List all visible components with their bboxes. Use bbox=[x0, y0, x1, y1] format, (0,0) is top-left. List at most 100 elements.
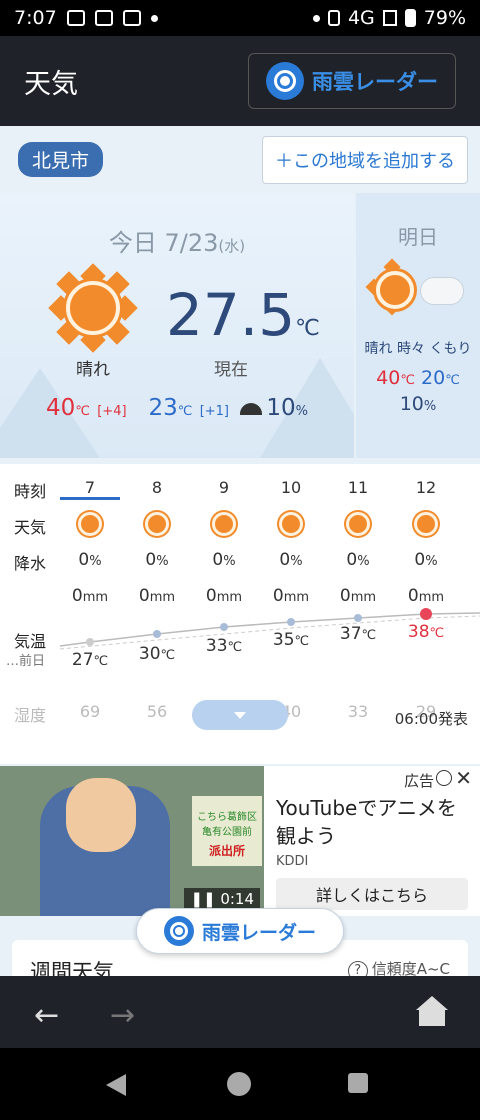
home-icon[interactable] bbox=[416, 996, 448, 1026]
today-high-low: 40℃ [+4] 23℃ [+1] 10% bbox=[0, 395, 354, 421]
hour-temperature: 30℃ bbox=[127, 644, 187, 664]
today-condition: 晴れ bbox=[76, 360, 110, 380]
today-pop: 10 bbox=[266, 395, 296, 421]
precip-amount-value: 0 bbox=[138, 586, 150, 606]
ad-info-icon[interactable] bbox=[436, 770, 452, 786]
status-bar: 7:07 4G 79% bbox=[0, 0, 480, 36]
page-title: 天気 bbox=[24, 68, 78, 100]
sunny-icon bbox=[145, 512, 169, 536]
precip-amount-value: 0 bbox=[71, 586, 83, 606]
hour-temperature-unit: ℃ bbox=[429, 626, 445, 641]
today-weekday: (水) bbox=[218, 237, 246, 255]
forecast-area: 北見市 ＋この地域を追加する 今日 7/23(水) 27.5℃ 晴れ 現在 40… bbox=[0, 126, 480, 766]
precip-amount-unit: mm bbox=[216, 590, 243, 605]
tomorrow-label: 明日 bbox=[398, 225, 438, 249]
notification-dot-icon bbox=[150, 14, 158, 22]
rain-radar-label: 雨雲レーダー bbox=[312, 70, 438, 94]
ad-video[interactable]: こちら葛飾区 亀有公園前 派出所 ❚❚ 0:14 bbox=[0, 766, 264, 916]
rain-radar-button[interactable]: 雨雲レーダー bbox=[248, 53, 456, 109]
high-unit: ℃ bbox=[400, 373, 415, 388]
hour-temperature-value: 30 bbox=[138, 644, 161, 664]
low-diff: [+1] bbox=[199, 404, 229, 419]
hour-label: 12 bbox=[415, 478, 437, 497]
precip-percent-unit: % bbox=[290, 554, 303, 569]
tomorrow-low: 20 bbox=[421, 367, 446, 389]
precip-percent-unit: % bbox=[425, 554, 438, 569]
notification-icon bbox=[66, 10, 85, 26]
hour-temperature: 35℃ bbox=[261, 630, 321, 650]
precip-amount-value: 0 bbox=[205, 586, 217, 606]
today-high: 40 bbox=[46, 395, 76, 421]
ad-banner[interactable]: こちら葛飾区 亀有公園前 派出所 ❚❚ 0:14 広告 ✕ YouTubeでアニ… bbox=[0, 766, 480, 916]
pop-unit: % bbox=[295, 404, 308, 419]
battery-level: 79% bbox=[423, 7, 466, 29]
precip-amount-value: 0 bbox=[272, 586, 284, 606]
tomorrow-high: 40 bbox=[376, 367, 401, 389]
radar-icon bbox=[266, 62, 304, 100]
ad-title[interactable]: YouTubeでアニメを観よう bbox=[276, 794, 472, 850]
published-time: 06:00発表 bbox=[394, 710, 468, 728]
tomorrow-pop: 10% bbox=[356, 393, 480, 415]
today-date-text: 今日 7/23 bbox=[108, 229, 219, 257]
hour-column: 7 0% 0mm 27℃ 69 bbox=[60, 464, 120, 764]
hour-temperature: 27℃ bbox=[60, 650, 120, 670]
back-arrow-icon[interactable]: ← bbox=[34, 998, 59, 1033]
ad-close-icon[interactable]: ✕ bbox=[455, 766, 472, 790]
hour-label: 8 bbox=[151, 478, 163, 497]
precip-percent-value: 0 bbox=[279, 550, 291, 570]
precip-percent-value: 0 bbox=[78, 550, 90, 570]
sunny-icon bbox=[78, 512, 102, 536]
precip-amount-unit: mm bbox=[149, 590, 176, 605]
location-badge[interactable]: 北見市 bbox=[18, 142, 104, 177]
hour-humidity: 56 bbox=[146, 702, 168, 721]
precip-percent: 0% bbox=[261, 550, 321, 570]
vibrate-icon bbox=[327, 10, 340, 26]
signal-icon bbox=[382, 10, 397, 26]
hourly-forecast[interactable]: 時刻 天気 降水 気温 …前日 湿度 7 0% 0mm 27℃ 69 8 0% 0mm 30℃ 5… bbox=[0, 464, 480, 764]
bus-icon bbox=[122, 10, 141, 26]
hour-temperature-unit: ℃ bbox=[294, 634, 310, 649]
video-duration: ❚❚ 0:14 bbox=[184, 888, 260, 910]
tomorrow-high-low: 40℃ 20℃ bbox=[356, 367, 480, 389]
precip-percent-unit: % bbox=[357, 554, 370, 569]
forward-arrow-icon[interactable]: → bbox=[110, 998, 135, 1033]
expand-hourly-button[interactable] bbox=[192, 700, 288, 730]
hour-temperature: 37℃ bbox=[328, 624, 388, 644]
hour-humidity: 33 bbox=[347, 702, 369, 721]
precip-amount-value: 0 bbox=[407, 586, 419, 606]
hour-label: 9 bbox=[218, 478, 230, 497]
hour-temperature-unit: ℃ bbox=[227, 640, 243, 655]
precip-amount: 0mm bbox=[127, 586, 187, 606]
nav-home-icon[interactable] bbox=[227, 1072, 251, 1096]
today-low: 23 bbox=[148, 395, 178, 421]
hour-temperature-unit: ℃ bbox=[160, 648, 176, 663]
precip-amount-unit: mm bbox=[350, 590, 377, 605]
battery-icon bbox=[404, 9, 416, 27]
video-duration-value: 0:14 bbox=[220, 890, 254, 908]
ad-cta-button[interactable]: 詳しくはこちら bbox=[276, 878, 468, 910]
high-unit: ℃ bbox=[75, 404, 90, 419]
ad-character-face bbox=[66, 778, 136, 852]
sun-disc bbox=[376, 271, 414, 309]
nav-recents-icon[interactable] bbox=[348, 1073, 368, 1093]
tomorrow-condition: 晴れ 時々 くもり bbox=[364, 341, 472, 357]
low-unit: ℃ bbox=[177, 404, 193, 419]
add-region-button[interactable]: ＋この地域を追加する bbox=[262, 136, 468, 184]
hour-humidity: 69 bbox=[79, 702, 101, 721]
radar-icon bbox=[163, 916, 194, 946]
hour-temperature: 33℃ bbox=[194, 636, 254, 656]
high-diff: [+4] bbox=[97, 404, 127, 419]
sun-disc bbox=[66, 281, 120, 335]
floating-rain-radar-button[interactable]: 雨雲レーダー bbox=[136, 908, 344, 954]
nav-back-icon[interactable] bbox=[106, 1074, 126, 1096]
precip-amount: 0mm bbox=[261, 586, 321, 606]
sunny-icon bbox=[346, 512, 370, 536]
precip-percent: 0% bbox=[396, 550, 456, 570]
hour-temperature-unit: ℃ bbox=[93, 654, 109, 669]
ad-label: 広告 bbox=[403, 772, 434, 790]
pop-unit: % bbox=[423, 399, 437, 414]
precip-amount: 0mm bbox=[328, 586, 388, 606]
hour-label: 11 bbox=[347, 478, 369, 497]
ad-advertiser: KDDI bbox=[276, 854, 309, 869]
tomorrow-card[interactable]: 明日 晴れ 時々 くもり 40℃ 20℃ 10% bbox=[356, 193, 480, 458]
